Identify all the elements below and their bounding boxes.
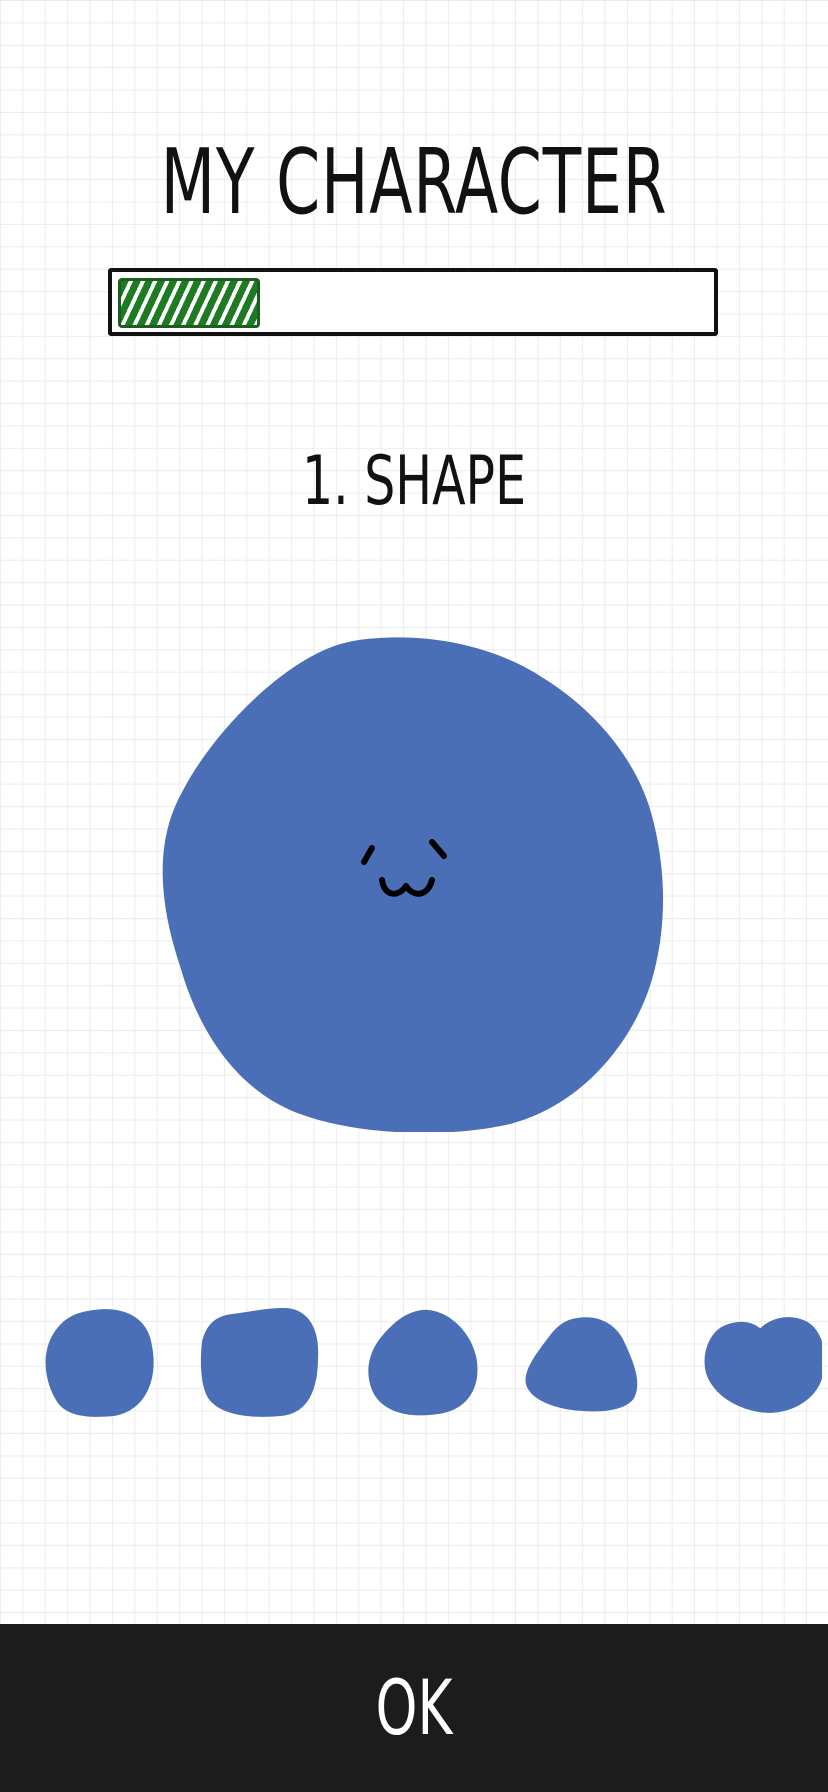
character-preview [162,637,663,1132]
progress-bar [108,268,718,336]
progress-bar-fill [118,278,260,328]
shape-option-4[interactable] [524,1306,644,1426]
shape-option-3[interactable] [366,1306,486,1426]
ok-button[interactable]: OK [0,1624,828,1792]
shape-option-5[interactable] [702,1306,822,1426]
ok-button-label: OK [375,1663,453,1752]
shape-option-1[interactable] [42,1306,162,1426]
step-label: 1. SHAPE [301,442,526,521]
character-body-shape [162,637,663,1132]
shape-option-2[interactable] [200,1306,320,1426]
page-title: MY CHARACTER [160,130,668,235]
